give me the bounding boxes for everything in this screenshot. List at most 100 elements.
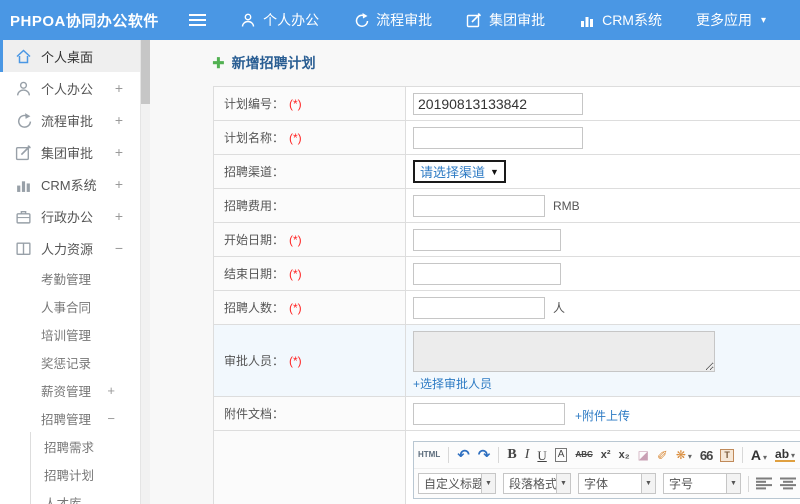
plan-no-input[interactable] <box>413 92 583 115</box>
subscript-button[interactable]: x₂ <box>619 449 630 461</box>
field-label: 计划编号： <box>224 97 285 111</box>
subitem-label: 招聘需求 <box>44 440 95 455</box>
font-size-dropdown[interactable]: 字号 ▼ <box>663 473 741 494</box>
subitem-label: 培训管理 <box>41 328 92 343</box>
attachment-input[interactable] <box>413 402 565 425</box>
hamburger-menu-icon[interactable] <box>188 14 207 26</box>
subitem-label: 奖惩记录 <box>41 356 92 371</box>
editor-toolbar-row2: 自定义标题 ▼ 段落格式 ▼ 字体 ▼ 字号 ▼ <box>414 469 800 498</box>
custom-heading-dropdown[interactable]: 自定义标题 ▼ <box>418 473 496 494</box>
field-input-cell: +附件上传 <box>406 397 800 430</box>
align-left-icon[interactable] <box>756 477 773 490</box>
page-title: 新增招聘计划 <box>231 55 316 71</box>
approvers-textarea[interactable] <box>413 331 715 372</box>
sidebar-scrollbar[interactable] <box>140 40 151 504</box>
sidebar-subitem-salary[interactable]: 薪资管理 + <box>0 376 140 404</box>
strikethrough-button[interactable]: ABC <box>575 451 592 459</box>
topnav-more-apps[interactable]: 更多应用 ▾ <box>696 10 766 30</box>
field-input-cell <box>406 223 800 256</box>
highlight-color-button[interactable]: ab ▾ <box>775 448 796 462</box>
required-marker: (*) <box>289 266 302 281</box>
headcount-input[interactable] <box>413 296 545 319</box>
sidebar-item-hr[interactable]: 人力资源 − <box>0 232 140 264</box>
font-family-dropdown[interactable]: 字体 ▼ <box>578 473 656 494</box>
sidebar-subitem-training[interactable]: 培训管理 <box>0 320 140 348</box>
start-date-input[interactable] <box>413 228 561 251</box>
field-label-cell: 招聘人数： (*) <box>214 291 406 324</box>
paste-plain-text-button[interactable]: T <box>720 448 734 462</box>
html-source-button[interactable]: HTML <box>418 451 440 459</box>
currency-unit-label: RMB <box>553 198 580 213</box>
channel-select[interactable]: 请选择渠道 ▼ <box>413 160 506 183</box>
select-approvers-link[interactable]: +选择审批人员 <box>413 375 492 392</box>
field-label: 招聘渠道： <box>224 165 285 179</box>
sidebar-subitem-rewards[interactable]: 奖惩记录 <box>0 348 140 376</box>
bar-chart-icon <box>15 176 32 193</box>
recruit-submenu: 招聘需求 招聘计划 人才库 <box>30 432 140 504</box>
attachment-upload-link[interactable]: +附件上传 <box>575 407 630 424</box>
person-unit-label: 人 <box>553 301 566 315</box>
expand-plus-icon[interactable]: + <box>107 383 115 398</box>
superscript-button[interactable]: x² <box>601 449 611 461</box>
auto-typeset-button[interactable]: ❋ ▾ <box>676 449 692 461</box>
plan-name-input[interactable] <box>413 126 583 149</box>
sidebar-subitem-talent-pool[interactable]: 人才库 <box>31 488 140 504</box>
redo-button[interactable]: ↷ <box>478 448 491 463</box>
topnav-group-approval[interactable]: 集团审批 <box>466 10 545 30</box>
caret-down-icon[interactable]: ▼ <box>481 474 495 493</box>
field-input-cell: 请选择渠道 ▼ <box>406 155 800 188</box>
topnav-personal-office[interactable]: 个人办公 <box>240 10 319 30</box>
topnav-workflow-approval[interactable]: 流程审批 <box>353 10 432 30</box>
blockquote-button[interactable]: 66 <box>700 449 714 462</box>
sidebar-subitem-recruit-mgmt[interactable]: 招聘管理 − <box>0 404 140 432</box>
bordered-text-button[interactable]: A <box>554 448 568 462</box>
format-brush-button[interactable]: ✐ <box>657 449 668 462</box>
subitem-label: 招聘管理 <box>41 412 92 427</box>
caret-down-icon[interactable]: ▼ <box>556 474 570 493</box>
topnav-label: 个人办公 <box>263 12 320 28</box>
sidebar: 个人桌面 个人办公 + 流程审批 + 集团审批 + CRM系统 + 行政办公 +… <box>0 40 140 504</box>
align-center-icon[interactable] <box>780 477 797 490</box>
font-color-button[interactable]: A ▾ <box>751 448 767 462</box>
paragraph-format-dropdown[interactable]: 段落格式 ▼ <box>503 473 571 494</box>
field-label: 计划名称： <box>224 131 285 145</box>
sidebar-item-crm[interactable]: CRM系统 + <box>0 168 140 200</box>
required-marker: (*) <box>289 130 302 145</box>
dropdown-value: 段落格式 <box>509 477 558 491</box>
collapse-minus-icon[interactable]: − <box>115 240 123 256</box>
sidebar-item-admin-office[interactable]: 行政办公 + <box>0 200 140 232</box>
sidebar-item-personal-office[interactable]: 个人办公 + <box>0 72 140 104</box>
topbar: PHPOA协同办公软件 个人办公 流程审批 集团审批 CRM系统 更多应用 ▾ <box>0 0 800 40</box>
field-label: 审批人员： <box>224 354 285 368</box>
sidebar-item-group-approval[interactable]: 集团审批 + <box>0 136 140 168</box>
expand-plus-icon[interactable]: + <box>115 176 123 192</box>
undo-button[interactable]: ↶ <box>457 448 470 463</box>
expand-plus-icon[interactable]: + <box>115 144 123 160</box>
sidebar-subitem-recruit-plan[interactable]: 招聘计划 <box>31 460 140 488</box>
sidebar-subitem-recruit-demand[interactable]: 招聘需求 <box>31 432 140 460</box>
expand-plus-icon[interactable]: + <box>115 112 123 128</box>
row-channel: 招聘渠道： 请选择渠道 ▼ <box>214 155 800 189</box>
caret-down-icon[interactable]: ▼ <box>641 474 655 493</box>
end-date-input[interactable] <box>413 262 561 285</box>
expand-plus-icon[interactable]: + <box>115 80 123 96</box>
caret-down-icon[interactable]: ▼ <box>726 474 740 493</box>
edit-square-icon <box>466 12 482 28</box>
sidebar-item-desktop[interactable]: 个人桌面 <box>0 40 140 72</box>
eraser-button[interactable]: ◪ <box>638 449 649 461</box>
collapse-minus-icon[interactable]: − <box>107 411 115 426</box>
topnav-crm[interactable]: CRM系统 <box>579 10 662 30</box>
topnav-label: 流程审批 <box>376 12 433 28</box>
sidebar-subitem-attendance[interactable]: 考勤管理 <box>0 264 140 292</box>
sidebar-subitem-hr-contract[interactable]: 人事合同 <box>0 292 140 320</box>
underline-button[interactable]: U <box>537 449 546 462</box>
caret-down-icon: ▾ <box>791 451 796 460</box>
subitem-label: 招聘计划 <box>44 468 95 483</box>
italic-button[interactable]: I <box>525 448 530 462</box>
bold-button[interactable]: B <box>507 448 516 462</box>
expand-plus-icon[interactable]: + <box>115 208 123 224</box>
sidebar-item-workflow-approval[interactable]: 流程审批 + <box>0 104 140 136</box>
field-input-cell: +选择审批人员 <box>406 325 800 396</box>
home-icon <box>15 48 32 65</box>
cost-input[interactable] <box>413 194 545 217</box>
